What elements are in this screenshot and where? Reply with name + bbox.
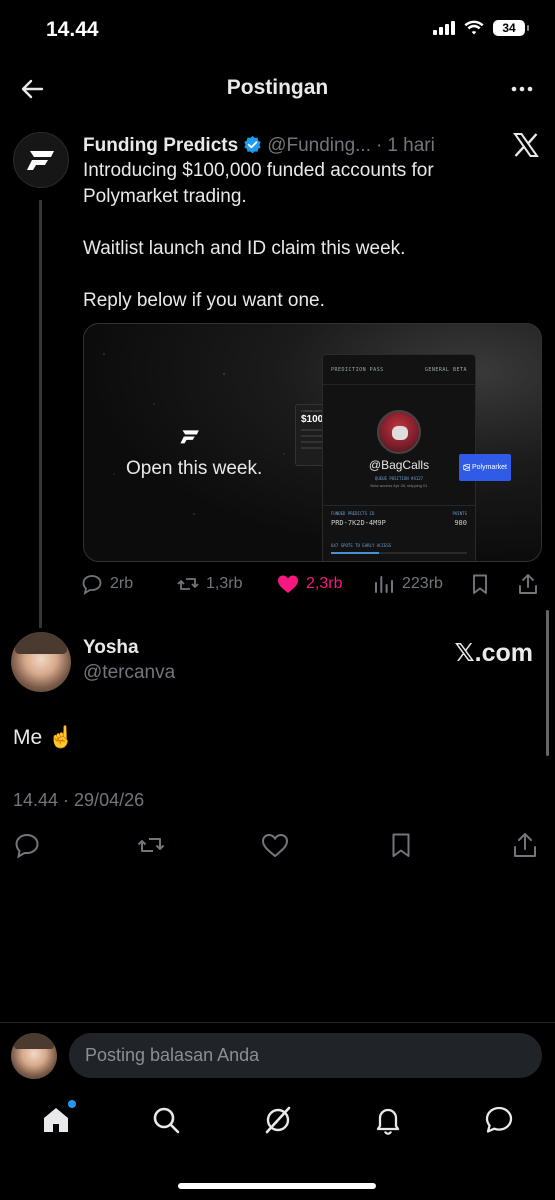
home-indicator[interactable] [178,1183,376,1189]
pass-id: PRD-7K2D-4M9P [331,519,386,527]
share-icon [519,574,537,594]
funding-predicts-logo-icon [27,151,54,170]
pass-title: PREDICTION PASS [331,366,384,373]
reply-author-handle[interactable]: @tercanva [83,662,175,684]
header: Postingan [0,62,555,116]
pass-queue-sub: Beta access Apr 28, shipping 01 [370,483,428,488]
pass-progress-fill [331,552,379,554]
nav-messages[interactable] [483,1104,515,1136]
more-options-icon[interactable] [507,74,537,104]
nav-home[interactable] [40,1100,76,1136]
reply-actions-bar [0,830,555,864]
share-icon[interactable] [510,830,540,860]
views-chart-icon [375,576,393,593]
status-icons: 34 [433,20,529,36]
pass-progress-label: 647 SPOTS TO EARLY ACCESS [331,543,392,548]
pass-topbar: PREDICTION PASS GENERAL BETA [323,355,475,385]
pass-queue-label: QUEUE POSITION #4127 [374,476,424,481]
separator-dot: · [375,135,383,156]
pass-points-label: POINTS [452,511,467,516]
polymarket-logo-icon [463,464,470,471]
pass-progress-bar [331,552,467,554]
notification-dot [68,1100,76,1108]
heart-icon[interactable] [260,830,290,860]
reply-timestamp: 14.44 · 29/04/26 [13,790,145,810]
author-handle[interactable]: @Funding... [267,135,371,157]
pass-avatar [377,410,421,454]
polymarket-label: Polymarket [471,464,507,471]
post-line-2: Waitlist launch and ID claim this week. [83,238,406,259]
heart-filled-icon [278,575,298,593]
bottom-navigation [0,1096,555,1156]
repost-count: 1,3rb [206,575,243,592]
thread-connector-line [39,200,42,628]
home-icon [44,1108,68,1132]
battery-icon: 34 [493,20,529,36]
status-bar: 14.44 34 [0,0,555,62]
repost-stat[interactable]: 1,3rb [176,572,242,596]
media-caption: Open this week. [126,458,263,479]
xcom-watermark: 𝕏.com [454,639,534,667]
post-line-3: Reply below if you want one. [83,290,325,311]
nav-grok[interactable] [262,1104,294,1136]
post-media-image[interactable]: Open this week. FUNDED AMOUNT $100K PRED… [83,323,542,562]
share-button[interactable] [516,572,540,596]
current-user-avatar[interactable] [11,1033,57,1079]
bookmark-icon [473,574,487,594]
prediction-pass-card: PREDICTION PASS GENERAL BETA @BagCalls Q… [322,354,476,561]
repost-icon[interactable] [136,830,166,860]
pass-badge: GENERAL BETA [424,366,467,373]
search-icon [153,1107,180,1134]
pass-handle: @BagCalls [368,458,430,472]
avatar-hair [14,1033,54,1049]
grok-icon [265,1106,291,1134]
views-stat[interactable]: 223rb [372,572,443,596]
pass-id-label: FUNDED PREDICTS ID [331,511,375,516]
pass-divider [323,505,475,506]
reply-count: 2rb [110,575,134,592]
message-bubble-icon [485,1106,513,1133]
post-line-1: Introducing $100,000 funded accounts for… [83,160,434,207]
engagement-bar: 2rb 1,3rb 2,3rb 223rb [80,570,545,600]
reply-icon [82,575,102,595]
post-body: Introducing $100,000 funded accounts for… [83,158,523,340]
x-logo-icon [513,133,539,157]
status-time: 14.44 [46,18,99,41]
bookmark-icon[interactable] [386,830,416,860]
composer-divider [0,1022,555,1023]
author-name[interactable]: Funding Predicts [83,135,238,157]
wifi-icon [464,20,484,35]
media-brand-logo-icon [180,430,199,444]
post-time: 1 hari [387,135,435,156]
views-count: 223rb [402,575,443,592]
scrollbar[interactable] [546,610,549,756]
avatar-hair [15,632,67,654]
nav-search[interactable] [150,1104,182,1136]
reply-icon[interactable] [12,830,42,860]
cellular-signal-icon [433,21,455,35]
polymarket-badge: Polymarket [459,454,511,481]
pass-points: 980 [454,519,467,527]
bookmark-button[interactable] [468,572,492,596]
bell-icon [376,1108,400,1135]
like-stat[interactable]: 2,3rb [276,572,342,596]
repost-icon [177,578,199,590]
nav-notifications[interactable] [372,1104,404,1136]
reply-author-name[interactable]: Yosha [83,637,139,659]
reply-stat[interactable]: 2rb [80,572,133,596]
post-header: Funding Predicts @Funding... · 1 hari [83,132,483,157]
yosha-avatar[interactable] [11,632,71,692]
reply-input[interactable] [69,1033,542,1078]
funding-predicts-avatar[interactable] [13,132,69,188]
verified-badge-icon [244,135,261,154]
reply-body: Me ☝️ [13,726,75,749]
page-title: Postingan [226,76,329,99]
like-count: 2,3rb [306,575,343,592]
